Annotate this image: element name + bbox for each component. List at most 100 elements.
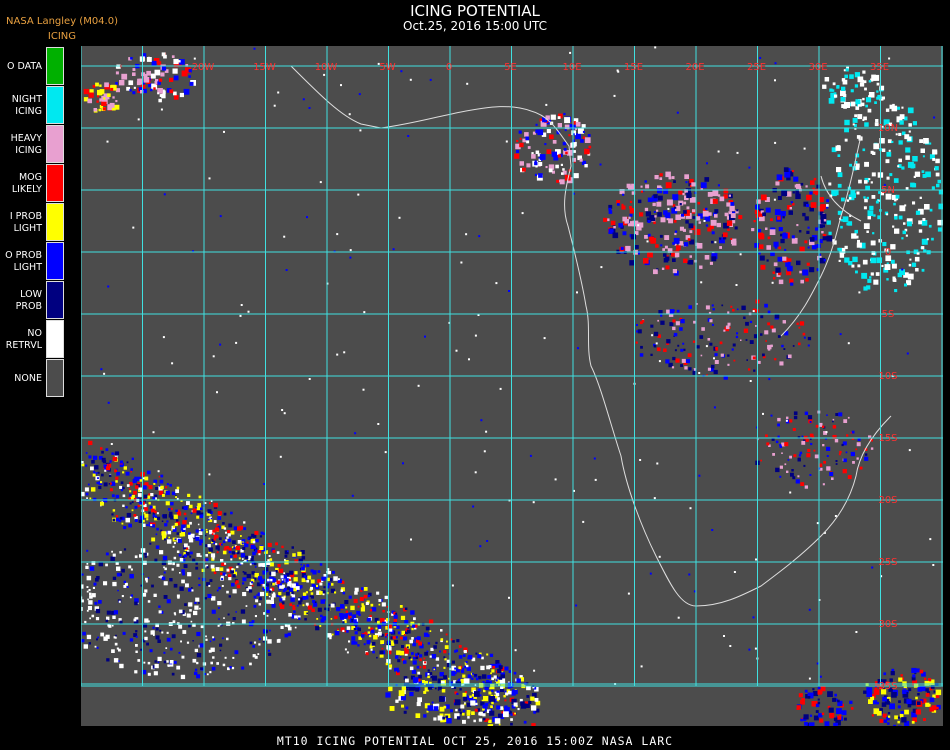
icing-pixel xyxy=(871,714,874,717)
icing-pixel xyxy=(798,326,801,329)
icing-pixel xyxy=(443,705,447,709)
icing-pixel xyxy=(488,691,492,695)
icing-pixel xyxy=(403,660,407,664)
icing-pixel xyxy=(912,201,916,205)
icing-pixel xyxy=(707,192,713,197)
icing-pixel xyxy=(267,649,270,652)
icing-pixel xyxy=(865,104,868,108)
icing-pixel xyxy=(176,563,180,567)
icing-pixel xyxy=(826,414,828,416)
icing-pixel xyxy=(456,716,461,720)
icing-pixel xyxy=(226,590,229,594)
icing-pixel xyxy=(478,712,482,716)
icing-pixel xyxy=(855,99,861,105)
icing-pixel xyxy=(274,618,276,621)
icing-pixel xyxy=(210,553,216,558)
icing-pixel xyxy=(475,652,478,655)
icing-pixel xyxy=(143,77,150,83)
icing-pixel xyxy=(169,647,173,651)
icing-pixel xyxy=(917,693,920,696)
icing-pixel xyxy=(171,491,176,496)
icing-pixel xyxy=(837,172,843,178)
icing-pixel xyxy=(159,550,164,555)
icing-pixel xyxy=(929,208,933,212)
icing-pixel xyxy=(413,680,417,684)
icing-pixel xyxy=(178,553,182,557)
icing-pixel xyxy=(259,545,264,550)
icing-pixel xyxy=(262,640,265,643)
icing-pixel xyxy=(782,233,788,239)
icing-pixel xyxy=(211,609,216,614)
icing-pixel xyxy=(582,130,585,133)
icing-pixel xyxy=(659,177,663,180)
icing-pixel xyxy=(349,256,352,259)
icing-pixel xyxy=(287,586,291,590)
icing-pixel xyxy=(924,677,927,681)
icing-pixel xyxy=(111,452,114,455)
icing-pixel xyxy=(510,718,513,721)
icing-pixel xyxy=(811,244,817,250)
icing-pixel xyxy=(188,75,191,78)
icing-pixel xyxy=(792,191,795,194)
icing-pixel xyxy=(245,555,249,559)
icing-pixel xyxy=(582,520,585,523)
icing-pixel xyxy=(144,552,147,556)
icing-pixel xyxy=(854,84,859,88)
icing-pixel xyxy=(719,246,722,249)
icing-pixel xyxy=(869,205,874,210)
icing-pixel xyxy=(313,602,318,607)
icing-pixel xyxy=(817,690,822,695)
icing-pixel xyxy=(518,130,522,134)
icing-pixel xyxy=(840,97,846,102)
icing-pixel xyxy=(784,463,787,466)
icing-pixel xyxy=(843,94,847,98)
icing-pixel xyxy=(143,494,148,499)
icing-pixel xyxy=(488,665,492,669)
icing-pixel xyxy=(803,464,806,467)
icing-pixel xyxy=(850,189,856,195)
icing-pixel xyxy=(748,368,751,371)
icing-pixel xyxy=(791,235,795,239)
icing-pixel xyxy=(218,618,220,620)
icing-pixel xyxy=(89,617,91,620)
icing-pixel xyxy=(844,257,850,263)
icing-pixel xyxy=(251,571,255,575)
icing-pixel xyxy=(176,594,180,598)
icing-pixel xyxy=(440,638,444,641)
icing-pixel xyxy=(485,682,491,688)
icing-pixel xyxy=(792,345,795,347)
icing-pixel xyxy=(209,640,212,643)
icing-pixel xyxy=(496,705,501,710)
icing-pixel xyxy=(475,677,479,681)
icing-pixel xyxy=(809,420,812,423)
icing-pixel xyxy=(113,658,119,663)
icing-pixel xyxy=(519,161,524,166)
icing-pixel xyxy=(477,654,482,659)
icing-pixel xyxy=(159,479,164,484)
icing-pixel xyxy=(864,87,867,91)
icing-pixel xyxy=(378,628,381,632)
icing-pixel xyxy=(151,537,156,542)
icing-pixel xyxy=(893,724,896,726)
icing-pixel xyxy=(815,227,819,231)
icing-pixel xyxy=(108,483,111,485)
icing-pixel xyxy=(111,624,114,627)
icing-pixel xyxy=(793,411,798,415)
icing-pixel xyxy=(221,585,224,587)
icing-pixel xyxy=(765,340,767,342)
icing-pixel xyxy=(474,471,477,474)
icing-pixel xyxy=(894,289,898,293)
icing-pixel xyxy=(473,719,476,723)
icing-pixel xyxy=(836,708,842,714)
icing-pixel xyxy=(226,568,230,572)
icing-pixel xyxy=(348,612,353,616)
icing-pixel xyxy=(798,342,801,346)
icing-pixel xyxy=(262,587,264,589)
icing-pixel xyxy=(726,220,733,226)
icing-pixel xyxy=(822,444,825,447)
icing-pixel xyxy=(645,184,650,189)
icing-pixel xyxy=(208,547,213,552)
icing-pixel xyxy=(835,413,839,416)
icing-pixel xyxy=(908,263,912,267)
icing-pixel xyxy=(674,349,677,352)
